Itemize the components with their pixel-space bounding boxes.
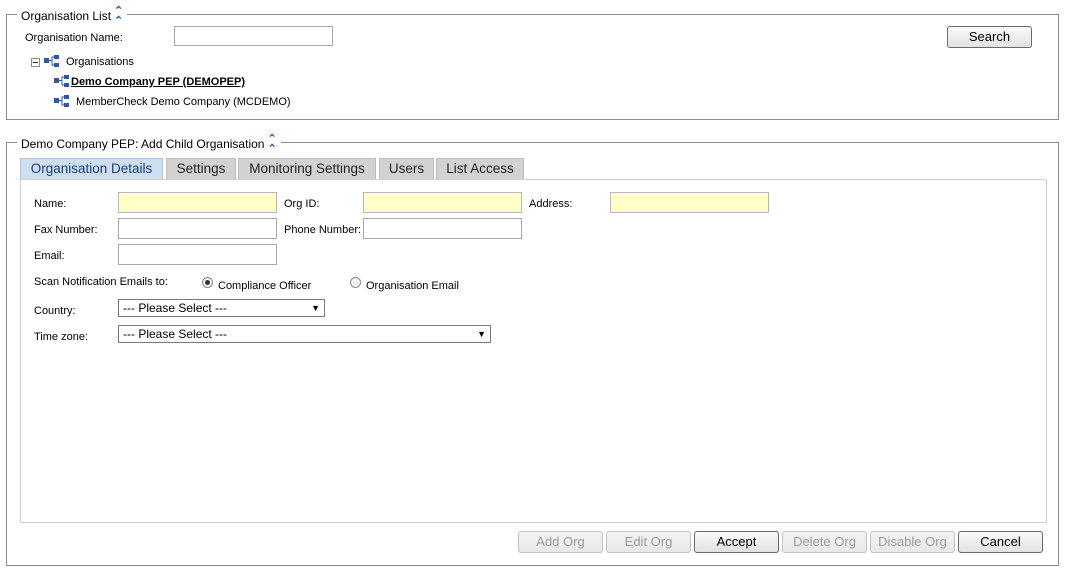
fax-number-input[interactable]: [118, 218, 277, 239]
add-child-organisation-legend: Demo Company PEP: Add Child Organisation…: [17, 134, 281, 155]
accept-button[interactable]: Accept: [694, 531, 779, 553]
tab-monitoring-settings[interactable]: Monitoring Settings: [238, 158, 376, 179]
add-child-organisation-panel: Demo Company PEP: Add Child Organisation…: [6, 134, 1059, 566]
time-zone-label: Time zone:: [34, 331, 89, 343]
collapse-chevron-icon[interactable]: ⌃ ⌃: [114, 6, 123, 27]
organisation-email-radio[interactable]: [350, 277, 361, 288]
organisation-email-label[interactable]: Organisation Email: [366, 280, 459, 292]
email-input[interactable]: [118, 244, 277, 265]
tree-item-demopep[interactable]: Demo Company PEP (DEMOPEP): [71, 76, 245, 88]
edit-org-button[interactable]: Edit Org: [606, 531, 691, 553]
organisation-name-input[interactable]: [174, 26, 333, 46]
organisation-list-panel: Organisation List ⌃ ⌃ Organisation Name: …: [6, 6, 1059, 120]
scan-notification-label: Scan Notification Emails to:: [34, 276, 168, 288]
tree-collapse-toggle[interactable]: [31, 58, 40, 67]
phone-number-label: Phone Number:: [284, 224, 362, 236]
email-label: Email:: [34, 250, 65, 262]
organisation-node-icon: [54, 95, 69, 107]
time-zone-select[interactable]: --- Please Select --- ▼: [118, 325, 491, 343]
address-label: Address:: [529, 198, 573, 210]
dropdown-arrow-icon: ▼: [311, 303, 320, 313]
tab-users[interactable]: Users: [379, 158, 434, 179]
tree-item-mcdemo[interactable]: MemberCheck Demo Company (MCDEMO): [76, 96, 291, 108]
name-label: Name:: [34, 198, 67, 210]
organisation-details-form: Name: Org ID: Address: Fax Number: Phone…: [20, 179, 1047, 523]
address-input[interactable]: [610, 192, 769, 213]
country-select[interactable]: --- Please Select --- ▼: [118, 299, 325, 317]
organisation-name-label: Organisation Name:: [25, 32, 123, 44]
org-id-label: Org ID:: [284, 198, 320, 210]
phone-number-input[interactable]: [363, 218, 522, 239]
tab-settings[interactable]: Settings: [166, 158, 236, 179]
search-button[interactable]: Search: [947, 26, 1032, 48]
organisation-tree-icon: [44, 55, 59, 67]
org-id-input[interactable]: [363, 192, 522, 213]
organisation-list-legend: Organisation List ⌃ ⌃: [17, 6, 128, 27]
tree-root-label[interactable]: Organisations: [66, 56, 134, 68]
add-org-button[interactable]: Add Org: [518, 531, 603, 553]
fax-number-label: Fax Number:: [34, 224, 98, 236]
tab-bar: Organisation Details Settings Monitoring…: [20, 158, 1047, 179]
tab-list-access[interactable]: List Access: [436, 158, 524, 179]
add-child-organisation-title: Demo Company PEP: Add Child Organisation: [21, 137, 265, 151]
compliance-officer-label[interactable]: Compliance Officer: [218, 280, 311, 292]
cancel-button[interactable]: Cancel: [958, 531, 1043, 553]
tab-organisation-details[interactable]: Organisation Details: [20, 158, 163, 179]
disable-org-button[interactable]: Disable Org: [870, 531, 955, 553]
organisation-node-icon: [54, 75, 69, 87]
compliance-officer-radio[interactable]: [202, 277, 213, 288]
delete-org-button[interactable]: Delete Org: [782, 531, 867, 553]
organisation-list-title: Organisation List: [21, 9, 112, 23]
collapse-chevron-icon[interactable]: ⌃ ⌃: [267, 134, 276, 155]
dropdown-arrow-icon: ▼: [477, 329, 486, 339]
country-label: Country:: [34, 305, 76, 317]
time-zone-select-value: --- Please Select ---: [123, 327, 228, 341]
country-select-value: --- Please Select ---: [123, 301, 228, 315]
name-input[interactable]: [118, 192, 277, 213]
